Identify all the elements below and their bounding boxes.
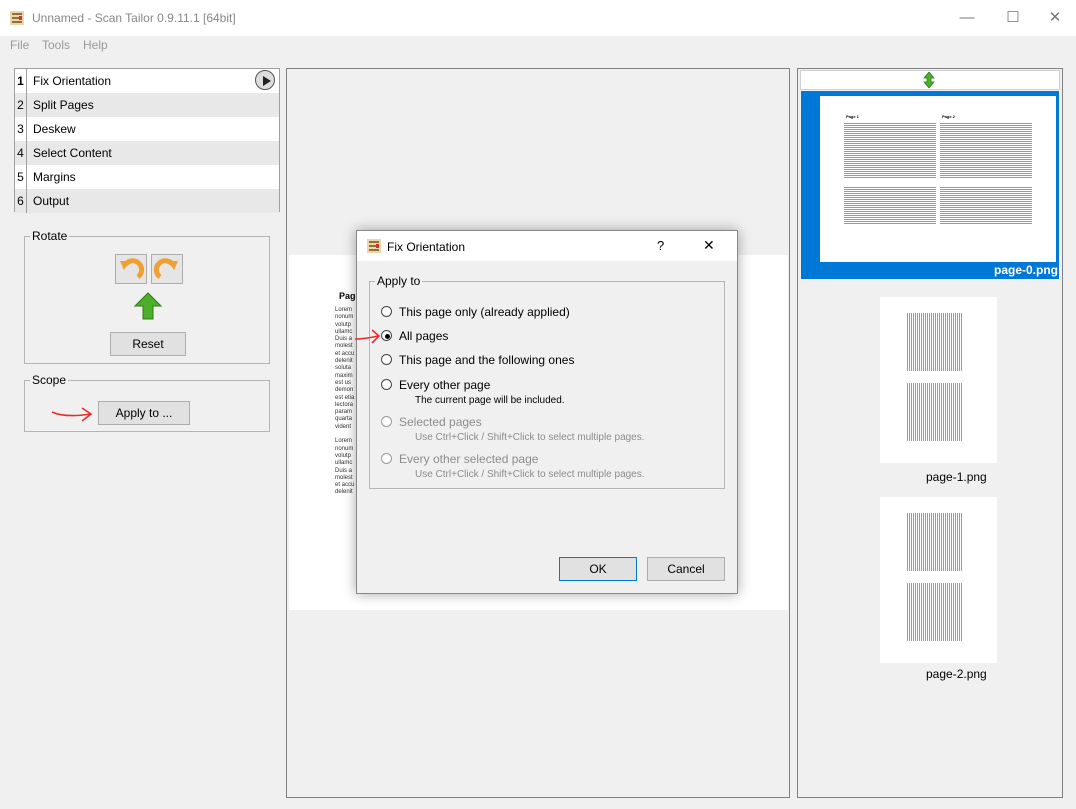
step-label: Output — [33, 194, 70, 208]
thumb-text-block — [906, 513, 962, 571]
radio-every-other-page[interactable]: Every other page The current page will b… — [381, 377, 681, 407]
menu-bar — [0, 36, 1076, 58]
step-deskew[interactable]: 3 Deskew — [15, 117, 279, 141]
radio-selected-pages[interactable]: Selected pages Use Ctrl+Click / Shift+Cl… — [381, 414, 701, 444]
radio-button[interactable] — [381, 354, 392, 365]
scroll-to-current-icon[interactable] — [921, 71, 937, 89]
thumbnail-caption: page-1.png — [926, 470, 987, 484]
radio-hint: Use Ctrl+Click / Shift+Click to select m… — [415, 432, 645, 443]
thumbnail-caption: page-0.png — [994, 263, 1059, 277]
apply-to-button[interactable]: Apply to ... — [98, 401, 190, 425]
step-fix-orientation[interactable]: 1 Fix Orientation — [15, 69, 279, 93]
thumbnail-image: Page 1 Page 2 — [820, 96, 1056, 262]
thumb-text-block — [844, 186, 936, 224]
menu-tools[interactable]: Tools — [42, 38, 70, 52]
app-icon — [367, 239, 381, 253]
radio-button[interactable] — [381, 453, 392, 464]
radio-label: All pages — [399, 329, 449, 343]
thumbnail-caption: page-2.png — [926, 667, 987, 681]
step-number: 6 — [15, 189, 27, 213]
radio-all-pages[interactable]: All pages — [381, 328, 681, 344]
radio-hint: The current page will be included. — [415, 395, 565, 406]
steps-list: 1 Fix Orientation 2 Split Pages 3 Deskew… — [14, 68, 280, 213]
radio-label: This page and the following ones — [399, 353, 575, 367]
step-select-content[interactable]: 4 Select Content — [15, 141, 279, 165]
ok-button[interactable]: OK — [559, 557, 637, 581]
rotate-right-button[interactable] — [151, 254, 183, 284]
scope-group-title: Scope — [30, 373, 69, 387]
radio-label: Selected pages — [399, 415, 482, 429]
thumb-text-block — [906, 313, 962, 371]
radio-label: Every other selected page — [399, 452, 539, 466]
menu-help[interactable]: Help — [83, 38, 108, 52]
step-label: Select Content — [33, 146, 112, 160]
thumb-text-block — [844, 122, 936, 178]
radio-label: Every other page — [399, 378, 491, 392]
radio-this-page-only[interactable]: This page only (already applied) — [381, 304, 681, 320]
window-title: Unnamed - Scan Tailor 0.9.11.1 [64bit] — [32, 11, 236, 25]
radio-button[interactable] — [381, 416, 392, 427]
thumb-text-block — [940, 186, 1032, 224]
step-number: 1 — [15, 69, 27, 93]
thumbnail-image[interactable] — [880, 297, 997, 463]
step-number: 3 — [15, 117, 27, 141]
maximize-button[interactable]: ☐ — [990, 0, 1036, 36]
rotate-left-button[interactable] — [115, 254, 147, 284]
close-window-button[interactable]: ✕ — [1032, 0, 1076, 36]
rotate-left-icon — [120, 258, 145, 280]
rotate-right-icon — [153, 258, 178, 280]
step-label: Margins — [33, 170, 76, 184]
step-split-pages[interactable]: 2 Split Pages — [15, 93, 279, 117]
play-icon — [263, 76, 271, 86]
step-number: 2 — [15, 93, 27, 117]
app-icon — [10, 11, 24, 25]
thumbnail-image[interactable] — [880, 497, 997, 663]
minimize-button[interactable]: — — [944, 0, 990, 36]
run-batch-button[interactable] — [255, 70, 275, 90]
dialog-help-button[interactable]: ? — [657, 238, 664, 253]
thumb-page-heading: Page 2 — [942, 114, 955, 119]
radio-hint: Use Ctrl+Click / Shift+Click to select m… — [415, 469, 645, 480]
menu-file[interactable]: File — [10, 38, 29, 52]
annotation-arrow-icon — [50, 404, 94, 424]
rotate-group-title: Rotate — [30, 229, 70, 243]
thumb-text-block — [906, 383, 962, 441]
dialog-title: Fix Orientation — [387, 240, 466, 254]
radio-this-and-following[interactable]: This page and the following ones — [381, 352, 681, 368]
radio-dot — [385, 334, 390, 339]
annotation-arrow-icon — [353, 329, 383, 345]
dialog-close-button[interactable]: ✕ — [703, 237, 715, 254]
step-number: 4 — [15, 141, 27, 165]
thumb-page-heading: Page 1 — [846, 114, 859, 119]
thumb-text-block — [940, 122, 1032, 178]
step-output[interactable]: 6 Output — [15, 189, 279, 213]
radio-button[interactable] — [381, 379, 392, 390]
step-label: Fix Orientation — [33, 74, 112, 88]
radio-every-other-selected[interactable]: Every other selected page Use Ctrl+Click… — [381, 451, 701, 481]
up-arrow-icon — [133, 292, 163, 320]
cancel-button[interactable]: Cancel — [647, 557, 725, 581]
reset-button[interactable]: Reset — [110, 332, 186, 356]
step-label: Deskew — [33, 122, 76, 136]
fix-orientation-dialog: Fix Orientation ? ✕ Apply to This page o… — [353, 230, 738, 594]
radio-label: This page only (already applied) — [399, 305, 570, 319]
step-margins[interactable]: 5 Margins — [15, 165, 279, 189]
thumb-text-block — [906, 583, 962, 641]
step-label: Split Pages — [33, 98, 94, 112]
apply-to-group-title: Apply to — [375, 274, 423, 288]
radio-button[interactable] — [381, 306, 392, 317]
step-number: 5 — [15, 165, 27, 189]
